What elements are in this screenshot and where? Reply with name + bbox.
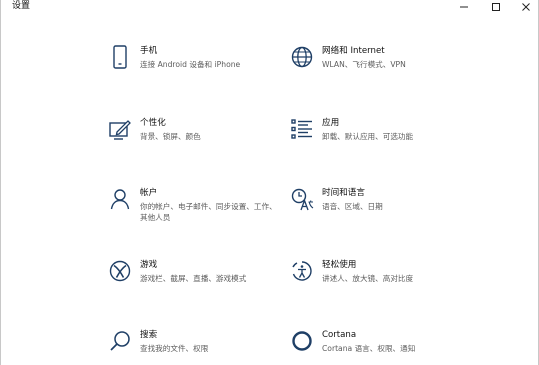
window-title: 设置 [12, 1, 31, 11]
minimize-icon [460, 6, 468, 8]
close-icon [522, 3, 530, 11]
time-language-icon [289, 186, 315, 212]
maximize-icon [492, 3, 500, 11]
settings-tile-personalization[interactable]: 个性化 背景、锁屏、颜色 [107, 116, 307, 160]
search-icon [107, 328, 133, 354]
xbox-icon [107, 258, 133, 284]
personalization-icon [107, 116, 133, 142]
cortana-icon [289, 328, 315, 354]
person-icon [107, 186, 133, 212]
tile-title: 帐户 [140, 188, 158, 198]
tile-title: 游戏 [140, 260, 158, 270]
tile-description: 语音、区域、日期 [322, 202, 383, 211]
tile-description: 卸载、默认应用、可选功能 [322, 132, 414, 141]
tile-title: 网络和 Internet [322, 46, 385, 56]
settings-tile-network[interactable]: 网络和 Internet WLAN、飞行模式、VPN [289, 44, 489, 88]
settings-tile-time-language[interactable]: 时间和语言 语音、区域、日期 [289, 186, 489, 230]
minimize-button[interactable] [449, 0, 479, 14]
close-button[interactable] [511, 0, 539, 14]
tile-description: 连接 Android 设备和 iPhone [140, 60, 241, 69]
tile-title: Cortana [322, 330, 357, 340]
globe-icon [289, 44, 315, 70]
tile-title: 手机 [140, 46, 158, 56]
tile-title: 个性化 [140, 118, 166, 128]
settings-window: 设置 手机 连接 Android 设备和 iPhone 网络和 Internet… [0, 0, 539, 365]
apps-list-icon [289, 116, 315, 142]
tile-title: 轻松使用 [322, 260, 357, 270]
settings-tile-phone[interactable]: 手机 连接 Android 设备和 iPhone [107, 44, 307, 88]
tile-description: 游戏栏、截屏、直播、游戏模式 [140, 274, 247, 283]
settings-tile-gaming[interactable]: 游戏 游戏栏、截屏、直播、游戏模式 [107, 258, 307, 302]
tile-title: 搜索 [140, 330, 158, 340]
tile-title: 应用 [322, 118, 340, 128]
tile-description: WLAN、飞行模式、VPN [322, 60, 406, 69]
settings-tile-cortana[interactable]: Cortana Cortana 语言、权限、通知 [289, 328, 489, 365]
maximize-button[interactable] [481, 0, 511, 14]
tile-description: 背景、锁屏、颜色 [140, 132, 201, 141]
tile-description: Cortana 语言、权限、通知 [322, 344, 416, 353]
tile-description: 查找我的文件、权限 [140, 344, 209, 353]
tile-description: 讲述人、放大镜、高对比度 [322, 274, 414, 283]
settings-tile-search[interactable]: 搜索 查找我的文件、权限 [107, 328, 307, 365]
phone-icon [107, 44, 133, 70]
tile-title: 时间和语言 [322, 188, 365, 198]
tile-description: 你的帐户、电子邮件、同步设置、工作、其他人员 [140, 202, 277, 222]
title-bar: 设置 [1, 0, 538, 14]
settings-tile-accounts[interactable]: 帐户 你的帐户、电子邮件、同步设置、工作、其他人员 [107, 186, 307, 230]
settings-tile-ease-of-access[interactable]: 轻松使用 讲述人、放大镜、高对比度 [289, 258, 489, 302]
ease-of-access-icon [289, 258, 315, 284]
settings-tile-apps[interactable]: 应用 卸载、默认应用、可选功能 [289, 116, 489, 160]
